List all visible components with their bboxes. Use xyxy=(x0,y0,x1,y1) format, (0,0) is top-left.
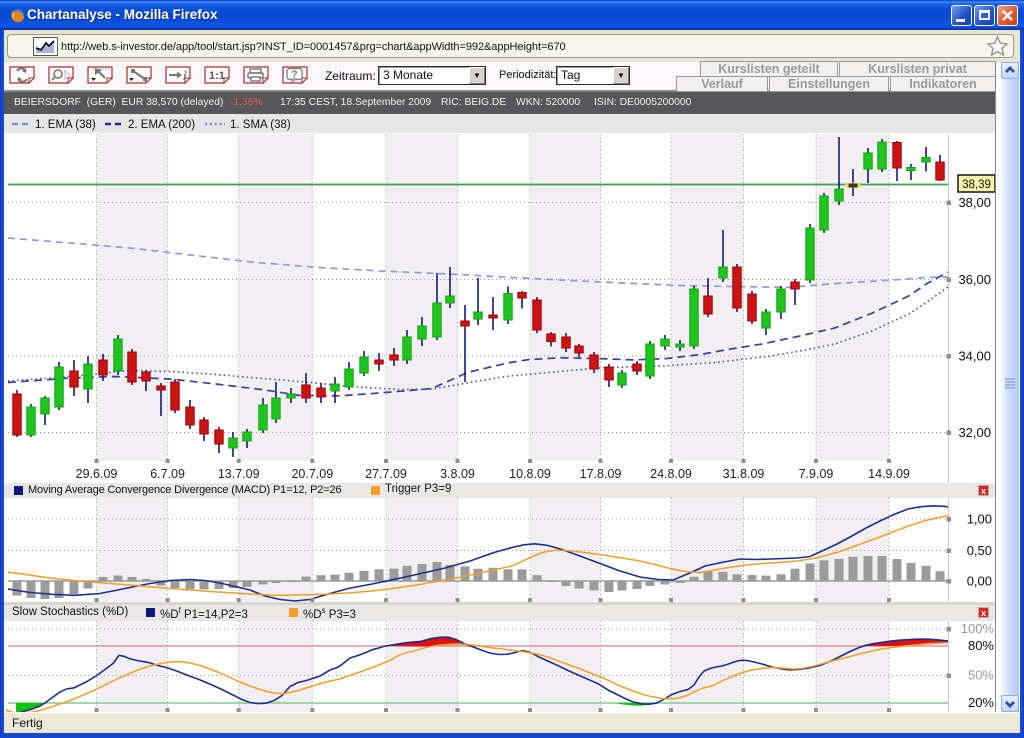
svg-text:36,00: 36,00 xyxy=(958,272,991,287)
svg-text:1,00: 1,00 xyxy=(967,512,992,527)
svg-text:20.7.09: 20.7.09 xyxy=(291,467,333,481)
svg-text:17.8.09: 17.8.09 xyxy=(580,467,622,481)
svg-text:31.8.09: 31.8.09 xyxy=(723,467,765,481)
svg-text:20%: 20% xyxy=(968,695,994,710)
svg-text:7.9.09: 7.9.09 xyxy=(799,467,834,481)
svg-text:10.8.09: 10.8.09 xyxy=(509,467,551,481)
svg-text:50%: 50% xyxy=(968,668,994,683)
svg-text:100%: 100% xyxy=(961,621,995,636)
svg-text:0,50: 0,50 xyxy=(967,543,992,558)
svg-text:32,00: 32,00 xyxy=(958,425,991,440)
svg-text:14.9.09: 14.9.09 xyxy=(868,467,910,481)
svg-text:2. EMA (200): 2. EMA (200) xyxy=(128,119,195,131)
svg-text:i: i xyxy=(183,68,187,83)
svg-text:24.8.09: 24.8.09 xyxy=(650,467,692,481)
svg-text:0,00: 0,00 xyxy=(967,574,992,589)
svg-text:1. EMA (38): 1. EMA (38) xyxy=(35,119,96,131)
svg-text:38,39: 38,39 xyxy=(962,179,991,191)
svg-text:29.6.09: 29.6.09 xyxy=(76,467,118,481)
svg-text:1. SMA (38): 1. SMA (38) xyxy=(230,119,291,131)
svg-text:1:1: 1:1 xyxy=(209,70,225,82)
svg-text:80%: 80% xyxy=(968,638,994,653)
svg-text:34,00: 34,00 xyxy=(958,349,991,364)
svg-text:13.7.09: 13.7.09 xyxy=(218,467,260,481)
svg-text:?: ? xyxy=(291,69,297,81)
svg-text:38,00: 38,00 xyxy=(958,195,991,210)
svg-text:3.8.09: 3.8.09 xyxy=(440,467,475,481)
svg-text:27.7.09: 27.7.09 xyxy=(365,467,407,481)
svg-text:6.7.09: 6.7.09 xyxy=(150,467,185,481)
